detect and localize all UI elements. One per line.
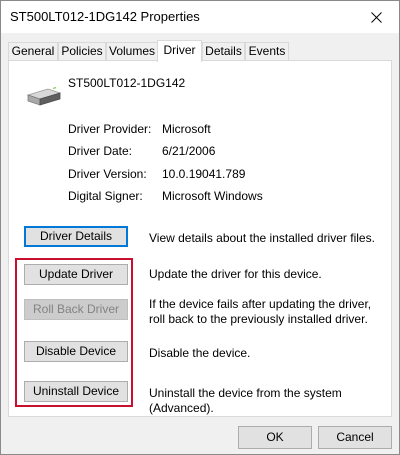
close-icon [370, 11, 382, 23]
window-title: ST500LT012-1DG142 Properties [10, 9, 200, 24]
uninstall-device-description: Uninstall the device from the system (Ad… [149, 386, 342, 415]
properties-dialog: ST500LT012-1DG142 Properties General Pol… [0, 0, 400, 455]
tab-driver[interactable]: Driver [157, 40, 202, 62]
driver-provider-value: Microsoft [162, 122, 211, 136]
driver-date-value: 6/21/2006 [162, 144, 216, 158]
driver-date-label: Driver Date: [68, 144, 133, 158]
device-name: ST500LT012-1DG142 [68, 76, 186, 90]
digital-signer-label: Digital Signer: [68, 189, 143, 203]
ok-button[interactable]: OK [238, 426, 312, 449]
cancel-button[interactable]: Cancel [318, 426, 392, 449]
driver-details-button[interactable]: Driver Details [24, 226, 128, 247]
close-button[interactable] [353, 1, 399, 33]
driver-version-label: Driver Version: [68, 167, 147, 181]
roll-back-driver-description: If the device fails after updating the d… [149, 297, 372, 326]
tab-events[interactable]: Events [245, 42, 289, 61]
driver-version-value: 10.0.19041.789 [162, 167, 246, 181]
tab-volumes[interactable]: Volumes [106, 42, 158, 61]
digital-signer-value: Microsoft Windows [162, 189, 263, 203]
highlight-annotation-box [15, 258, 133, 407]
driver-details-description: View details about the installed driver … [149, 231, 375, 245]
driver-provider-label: Driver Provider: [68, 122, 152, 136]
tab-policies[interactable]: Policies [58, 42, 106, 61]
disable-device-description: Disable the device. [149, 346, 251, 360]
tab-general[interactable]: General [8, 42, 58, 61]
tab-details[interactable]: Details [202, 42, 245, 61]
title-bar[interactable]: ST500LT012-1DG142 Properties [1, 1, 399, 33]
update-driver-description: Update the driver for this device. [149, 267, 322, 281]
drive-icon [26, 86, 62, 106]
